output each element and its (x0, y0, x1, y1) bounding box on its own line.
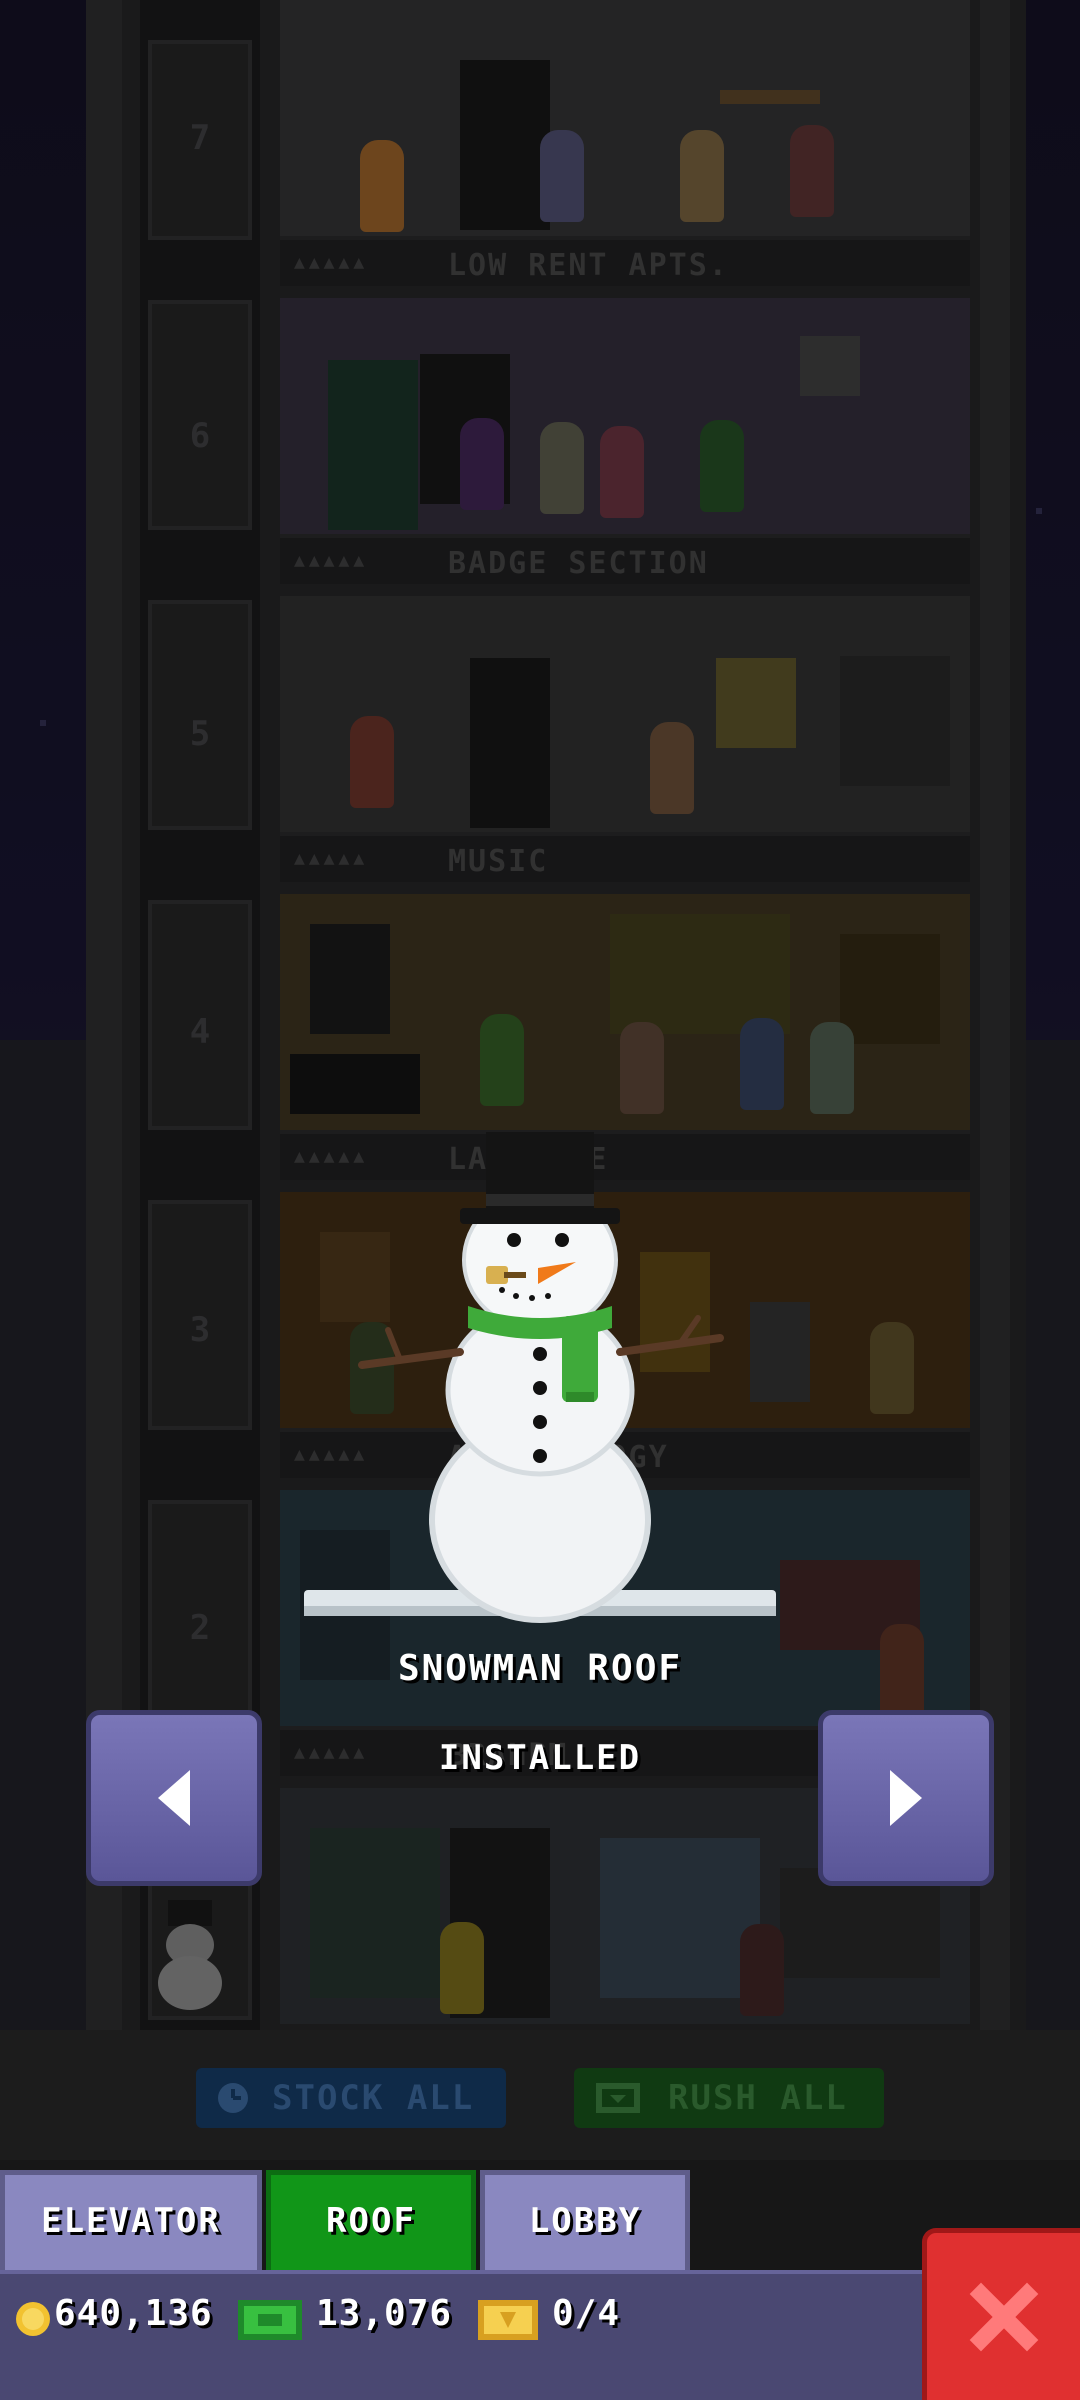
action-bar (0, 2030, 1080, 2160)
tab-lobby[interactable]: LOBBY (480, 2170, 690, 2272)
coin-icon (16, 2302, 50, 2336)
bux-icon (238, 2300, 302, 2340)
currency-bar (0, 2270, 1080, 2400)
coins-count: 640,136 (54, 2293, 213, 2334)
chevron-left-icon (158, 1770, 190, 1826)
rush-all-label: RUSH ALL (668, 2078, 848, 2118)
install-status[interactable]: INSTALLED (330, 1738, 750, 1788)
close-icon (969, 2282, 1038, 2351)
tickets-count: 0/4 (552, 2293, 621, 2334)
stock-all-label: STOCK ALL (272, 2078, 475, 2118)
stock-all-button[interactable]: STOCK ALL (196, 2068, 506, 2128)
chevron-right-icon (890, 1770, 922, 1826)
close-button[interactable] (922, 2228, 1080, 2400)
previous-item-button[interactable] (86, 1710, 262, 1886)
bux-count: 13,076 (316, 2293, 453, 2334)
rush-all-button[interactable]: RUSH ALL (574, 2068, 884, 2128)
snowman-roof-preview (304, 1132, 776, 1623)
item-name: SNOWMAN ROOF (397, 1648, 683, 1689)
tab-roof[interactable]: ROOF (266, 2170, 476, 2272)
next-item-button[interactable] (818, 1710, 994, 1886)
rush-icon (596, 2083, 640, 2113)
ticket-icon (478, 2300, 538, 2340)
tab-elevator[interactable]: ELEVATOR (0, 2170, 262, 2272)
clock-icon (218, 2083, 248, 2113)
